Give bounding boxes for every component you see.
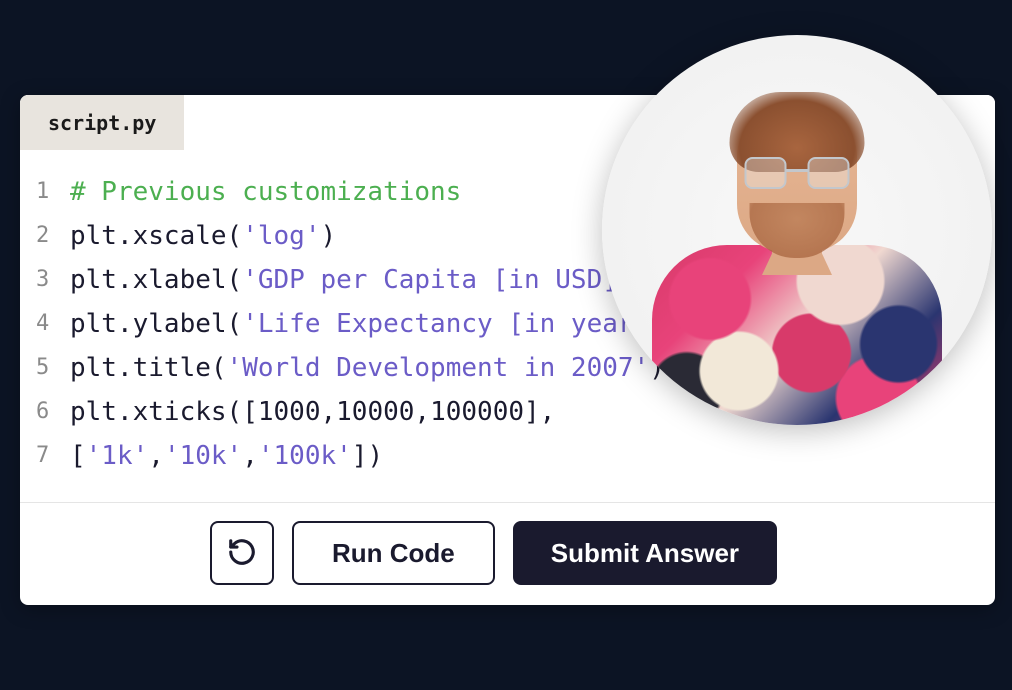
run-code-label: Run Code <box>332 538 455 569</box>
reset-icon <box>227 537 257 570</box>
file-tab-label: script.py <box>48 111 156 135</box>
line-number: 1 <box>36 170 70 214</box>
reset-button[interactable] <box>210 521 274 585</box>
run-code-button[interactable]: Run Code <box>292 521 495 585</box>
code-line: ['1k','10k','100k']) <box>70 434 995 478</box>
file-tab[interactable]: script.py <box>20 95 184 150</box>
line-number: 4 <box>36 302 70 346</box>
submit-answer-button[interactable]: Submit Answer <box>513 521 777 585</box>
line-number: 5 <box>36 346 70 390</box>
instructor-photo <box>645 82 949 425</box>
action-toolbar: Run Code Submit Answer <box>20 502 995 605</box>
line-number: 2 <box>36 214 70 258</box>
line-number-gutter: 1 2 3 4 5 6 7 <box>20 170 70 478</box>
line-number: 7 <box>36 434 70 478</box>
line-number: 3 <box>36 258 70 302</box>
submit-answer-label: Submit Answer <box>551 538 739 569</box>
instructor-avatar <box>602 35 992 425</box>
line-number: 6 <box>36 390 70 434</box>
